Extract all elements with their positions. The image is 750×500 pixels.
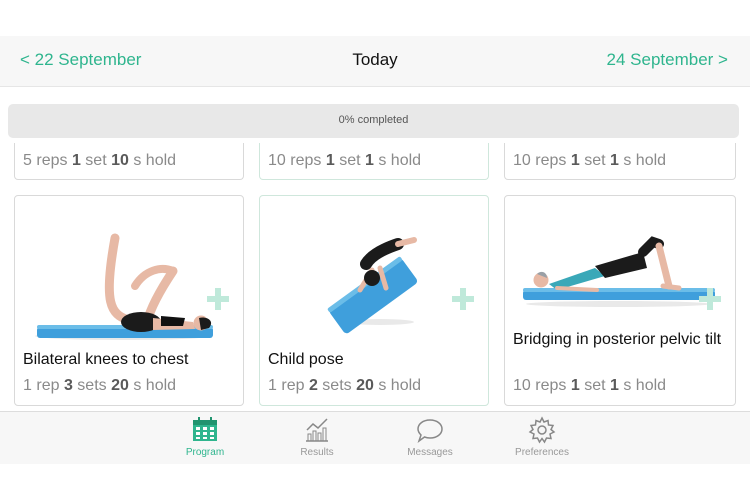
tab-label: Results	[300, 447, 334, 458]
sets-unit: sets	[77, 377, 107, 394]
hold-unit: s hold	[623, 377, 667, 394]
exercise-card[interactable]: Bridging in posterior pelvic tilt 10 rep…	[504, 195, 736, 406]
hold-count: 10	[111, 152, 129, 169]
reps-count: 10	[513, 377, 531, 394]
exercise-illustration	[523, 236, 715, 307]
exercise-title: Child pose	[268, 351, 344, 368]
plus-icon[interactable]	[452, 288, 474, 310]
sets-count: 1	[71, 152, 81, 169]
hold-count: 1	[609, 377, 619, 394]
tab-label: Messages	[407, 447, 453, 458]
exercise-card[interactable]: 10 reps 1 set 1 s hold	[259, 143, 489, 180]
next-day-button[interactable]: 24 September >	[607, 50, 728, 70]
chart-icon	[306, 418, 328, 442]
gear-icon	[528, 416, 556, 444]
tab-label: Preferences	[515, 447, 569, 458]
sets-unit: set	[584, 377, 606, 394]
reps-unit: rep	[281, 377, 305, 394]
reps-count: 10	[513, 152, 531, 169]
tab-label: Program	[185, 447, 225, 458]
hold-unit: s hold	[133, 152, 177, 169]
exercise-dosage: 10 reps 1 set 1 s hold	[268, 152, 421, 170]
exercise-card[interactable]: Bilateral knees to chest 1 rep 3 sets 20…	[14, 195, 244, 406]
exercise-dosage: 10 reps 1 set 1 s hold	[513, 152, 666, 170]
sets-unit: set	[584, 152, 606, 169]
reps-count: 1	[268, 377, 277, 394]
exercise-card[interactable]: Child pose 1 rep 2 sets 20 s hold	[259, 195, 489, 406]
exercise-card[interactable]: 5 reps 1 set 10 s hold	[14, 143, 244, 180]
reps-unit: reps	[535, 377, 567, 394]
progress-bar: 0% completed	[8, 104, 739, 138]
exercise-dosage: 10 reps 1 set 1 s hold	[513, 377, 666, 395]
hold-count: 1	[364, 152, 374, 169]
hold-unit: s hold	[133, 377, 177, 394]
exercise-illustration	[35, 233, 213, 340]
sets-unit: set	[339, 152, 361, 169]
hold-unit: s hold	[378, 377, 422, 394]
sets-unit: set	[85, 152, 107, 169]
exercise-illustration	[327, 237, 418, 334]
hold-count: 20	[111, 377, 129, 394]
hold-unit: s hold	[378, 152, 422, 169]
reps-unit: reps	[36, 152, 68, 169]
exercise-title: Bilateral knees to chest	[23, 351, 189, 368]
plus-icon[interactable]	[699, 288, 721, 310]
chat-bubble-icon	[417, 419, 443, 443]
reps-unit: reps	[535, 152, 567, 169]
sets-count: 1	[325, 152, 335, 169]
tab-program[interactable]: Program	[160, 416, 250, 458]
exercise-dosage: 1 rep 2 sets 20 s hold	[268, 377, 421, 395]
tab-results[interactable]: Results	[272, 416, 362, 458]
reps-count: 10	[268, 152, 286, 169]
exercise-card[interactable]: 10 reps 1 set 1 s hold	[504, 143, 736, 180]
sets-count: 1	[570, 377, 580, 394]
sets-count: 1	[570, 152, 580, 169]
date-navigation-bar: < 22 September Today 24 September >	[0, 36, 750, 87]
progress-text: 0% completed	[338, 114, 409, 126]
plus-icon[interactable]	[207, 288, 229, 310]
reps-unit: rep	[36, 377, 60, 394]
reps-unit: reps	[290, 152, 322, 169]
hold-count: 1	[609, 152, 619, 169]
hold-count: 20	[356, 377, 374, 394]
reps-count: 5	[23, 152, 32, 169]
tab-messages[interactable]: Messages	[385, 416, 475, 458]
calendar-icon	[193, 417, 217, 441]
reps-count: 1	[23, 377, 32, 394]
sets-count: 3	[63, 377, 73, 394]
exercise-dosage: 5 reps 1 set 10 s hold	[23, 152, 176, 170]
exercise-dosage: 1 rep 3 sets 20 s hold	[23, 377, 176, 395]
exercise-title: Bridging in posterior pelvic tilt	[513, 331, 722, 348]
hold-unit: s hold	[623, 152, 667, 169]
sets-count: 2	[308, 377, 318, 394]
tab-bar: Program Results Messages Preferences	[0, 411, 750, 464]
sets-unit: sets	[322, 377, 352, 394]
tab-preferences[interactable]: Preferences	[497, 416, 587, 458]
